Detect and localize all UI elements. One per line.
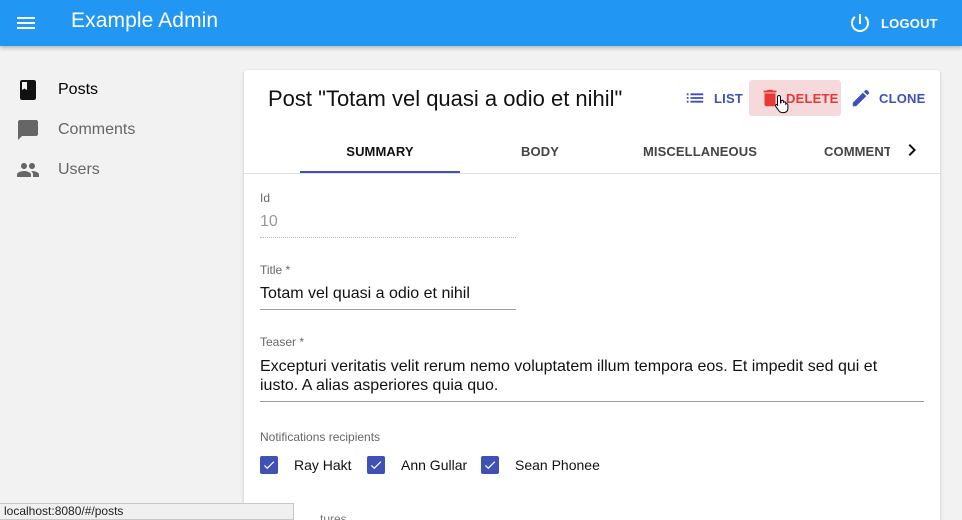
app-bar: Example Admin LOGOUT — [0, 0, 962, 46]
checkbox-sean-phonee[interactable]: Sean Phonee — [481, 456, 600, 474]
title-underline — [260, 309, 516, 310]
checkbox-checked-icon — [481, 456, 499, 474]
edit-card: Post "Totam vel quasi a odio et nihil" L… — [244, 70, 940, 520]
clone-label: CLONE — [879, 90, 926, 106]
id-label: Id — [260, 191, 271, 205]
sidebar-item-label: Comments — [58, 121, 136, 138]
checkbox-checked-icon — [367, 456, 385, 474]
list-label: LIST — [714, 90, 743, 106]
title-label: Title * — [260, 263, 291, 277]
sidebar-item-posts[interactable]: Posts — [0, 70, 230, 110]
clone-button[interactable]: CLONE — [850, 80, 926, 116]
sidebar-item-comments[interactable]: Comments — [0, 110, 230, 150]
tab-bar: SUMMARY BODY MISCELLANEOUS COMMENTS — [244, 130, 940, 174]
id-underline — [260, 237, 516, 238]
tab-body[interactable]: BODY — [460, 130, 620, 173]
checkbox-ray-hakt[interactable]: Ray Hakt — [260, 456, 352, 474]
chevron-right-icon[interactable] — [900, 138, 924, 162]
book-icon — [16, 78, 40, 102]
teaser-underline — [260, 401, 924, 402]
checkbox-label: Sean Phonee — [515, 457, 600, 473]
tab-comments[interactable]: COMMENTS — [780, 130, 890, 173]
power-icon — [851, 14, 869, 32]
list-icon — [686, 93, 704, 103]
checkbox-label: Ann Gullar — [401, 457, 468, 473]
notifications-label: Notifications recipients — [260, 430, 381, 444]
teaser-label: Teaser * — [260, 335, 305, 349]
logout-label: LOGOUT — [881, 15, 938, 31]
browser-status-bar: localhost:8080/#/posts — [0, 503, 294, 520]
tab-miscellaneous[interactable]: MISCELLANEOUS — [620, 130, 780, 173]
sidebar-item-label: Users — [58, 161, 100, 178]
hand-cursor-icon — [774, 94, 790, 114]
comment-icon — [16, 118, 40, 142]
app-title: Example Admin — [71, 9, 219, 32]
sidebar-item-users[interactable]: Users — [0, 150, 230, 190]
tab-indicator — [300, 171, 460, 173]
teaser-field[interactable]: Excepturi veritatis velit rerum nemo vol… — [260, 357, 910, 395]
id-field: 10 — [260, 213, 278, 230]
sidebar-item-label: Posts — [58, 81, 99, 98]
checkbox-ann-gullar[interactable]: Ann Gullar — [367, 456, 467, 474]
menu-icon[interactable] — [14, 11, 38, 35]
page-title: Post "Totam vel quasi a odio et nihil" — [268, 86, 623, 111]
checkbox-checked-icon — [260, 456, 278, 474]
partial-field-label: tures — [320, 512, 347, 520]
list-button[interactable]: LIST — [684, 80, 743, 116]
people-icon — [16, 158, 40, 182]
checkbox-label: Ray Hakt — [294, 457, 352, 473]
tab-summary[interactable]: SUMMARY — [300, 130, 460, 173]
delete-label: DELETE — [786, 90, 839, 106]
title-field[interactable]: Totam vel quasi a odio et nihil — [260, 285, 470, 303]
delete-button[interactable]: DELETE — [749, 80, 841, 116]
logout-button[interactable]: LOGOUT — [848, 8, 938, 38]
pencil-icon — [852, 89, 870, 107]
